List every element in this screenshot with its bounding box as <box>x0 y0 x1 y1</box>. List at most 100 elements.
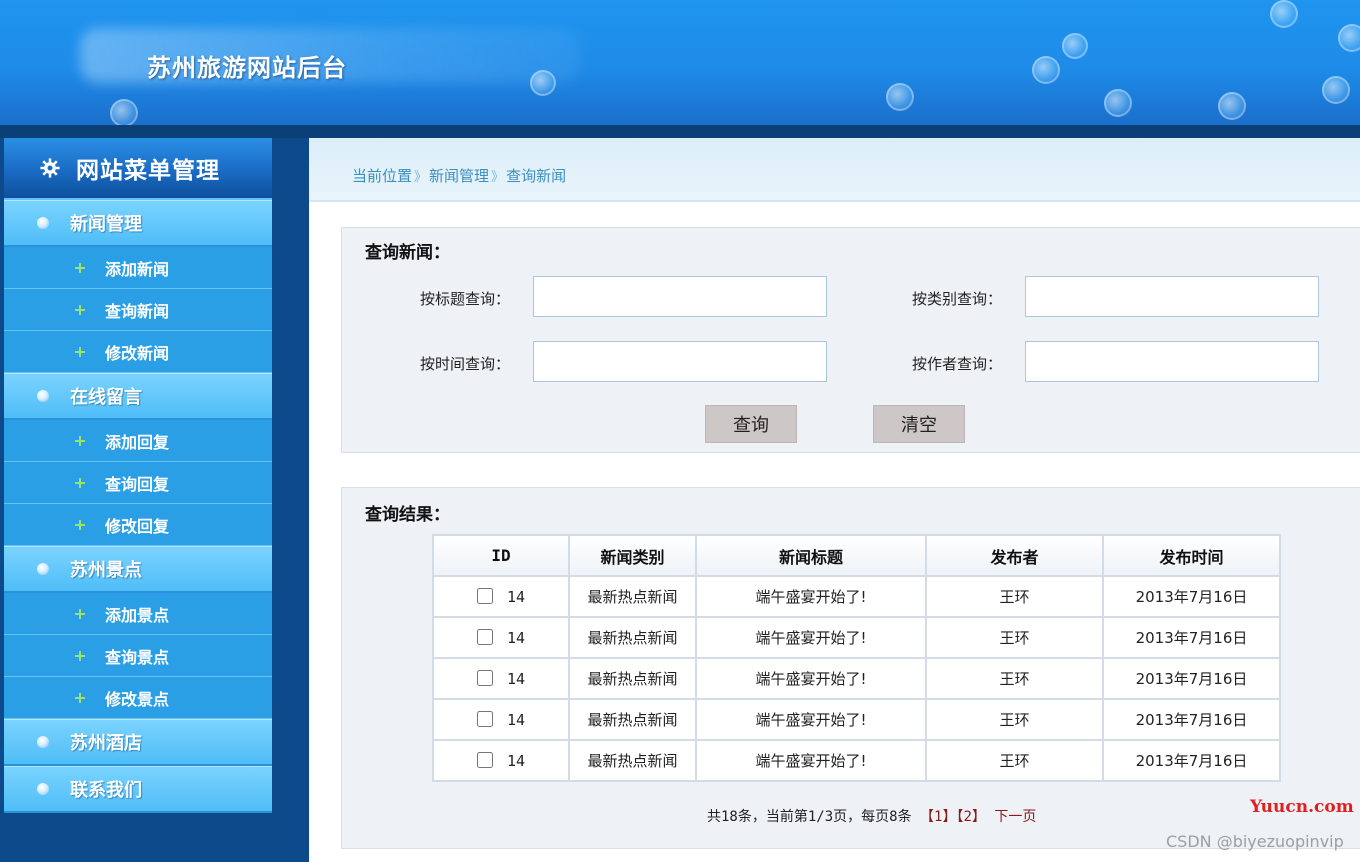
sidebar-item-label: 添加回复 <box>105 432 170 452</box>
gear-icon <box>40 158 60 178</box>
table-row: 14 最新热点新闻 端午盛宴开始了! 王环 2013年7月16日 <box>432 657 1281 700</box>
row-checkbox[interactable] <box>476 587 493 604</box>
sidebar-header: 网站菜单管理 <box>4 138 272 200</box>
sidebar-item-label: 添加新闻 <box>105 259 170 279</box>
sidebar-category-messages[interactable]: 在线留言 <box>4 373 272 420</box>
sidebar-item-label: 修改新闻 <box>105 343 170 363</box>
author-search-input[interactable] <box>1025 341 1319 382</box>
sidebar-category-label: 在线留言 <box>70 387 142 408</box>
bullet-dot-icon <box>37 783 49 795</box>
sidebar-category-hotels[interactable]: 苏州酒店 <box>4 719 272 766</box>
sidebar-menu: 网站菜单管理 新闻管理 添加新闻 查询新闻 修改新闻 在线留言 添加回复 查询回… <box>4 138 272 862</box>
pagination-summary: 共18条，当前第1/3页，每页8条 <box>707 809 912 825</box>
row-checkbox[interactable] <box>476 710 493 727</box>
sidebar-category-news[interactable]: 新闻管理 <box>4 200 272 247</box>
sidebar-item-query-attraction[interactable]: 查询景点 <box>4 635 272 677</box>
cell-date: 2013年7月16日 <box>1102 739 1281 782</box>
title-search-label: 按标题查询： <box>420 290 511 308</box>
site-title: 苏州旅游网站后台 <box>147 53 347 82</box>
plus-icon <box>75 608 85 619</box>
column-header-id[interactable]: ID <box>432 534 570 577</box>
sidebar-category-label: 苏州酒店 <box>70 733 142 754</box>
sidebar-item-label: 添加景点 <box>105 605 170 625</box>
breadcrumb-query-news[interactable]: 查询新闻 <box>506 165 566 186</box>
cell-id: 14 <box>432 616 570 659</box>
cell-category: 最新热点新闻 <box>568 739 697 782</box>
category-search-input[interactable] <box>1025 276 1319 317</box>
decor-bubble-icon <box>886 83 914 111</box>
cell-id-value: 14 <box>506 587 526 606</box>
cell-author: 王环 <box>925 575 1104 618</box>
cell-category: 最新热点新闻 <box>568 657 697 700</box>
plus-icon <box>75 477 85 488</box>
sidebar-item-query-reply[interactable]: 查询回复 <box>4 462 272 504</box>
decor-bubble-icon <box>110 99 138 125</box>
column-header-title[interactable]: 新闻标题 <box>695 534 927 577</box>
sidebar-item-edit-news[interactable]: 修改新闻 <box>4 331 272 373</box>
title-search-input[interactable] <box>533 276 827 317</box>
sidebar-category-attractions[interactable]: 苏州景点 <box>4 546 272 593</box>
cell-category: 最新热点新闻 <box>568 616 697 659</box>
watermark-csdn: CSDN @biyezuopinvip <box>1166 832 1344 851</box>
sidebar-category-label: 联系我们 <box>70 780 142 801</box>
cell-date: 2013年7月16日 <box>1102 616 1281 659</box>
cell-category: 最新热点新闻 <box>568 698 697 741</box>
sidebar-category-contact[interactable]: 联系我们 <box>4 766 272 813</box>
cell-title: 端午盛宴开始了! <box>695 616 927 659</box>
bullet-dot-icon <box>37 736 49 748</box>
table-row: 14 最新热点新闻 端午盛宴开始了! 王环 2013年7月16日 <box>432 616 1281 659</box>
column-header-category[interactable]: 新闻类别 <box>568 534 697 577</box>
row-checkbox[interactable] <box>476 628 493 645</box>
sidebar-category-label: 苏州景点 <box>70 560 142 581</box>
row-checkbox[interactable] <box>476 669 493 686</box>
breadcrumb-current-location[interactable]: 当前位置 <box>352 165 412 186</box>
decor-bubble-icon <box>1270 0 1298 28</box>
sidebar-item-label: 查询回复 <box>105 474 170 494</box>
query-panel-title: 查询新闻： <box>365 243 450 263</box>
decor-bubble-icon <box>1062 33 1088 59</box>
cell-id: 14 <box>432 698 570 741</box>
breadcrumb-separator: 》 <box>491 170 505 185</box>
author-search-label: 按作者查询： <box>912 355 1003 373</box>
cell-date: 2013年7月16日 <box>1102 657 1281 700</box>
sidebar-item-label: 查询景点 <box>105 647 170 667</box>
sidebar-item-edit-attraction[interactable]: 修改景点 <box>4 677 272 719</box>
sidebar-item-add-news[interactable]: 添加新闻 <box>4 247 272 289</box>
cell-date: 2013年7月16日 <box>1102 698 1281 741</box>
sidebar-item-query-news[interactable]: 查询新闻 <box>4 289 272 331</box>
site-header: 苏州旅游网站后台 <box>0 0 1360 125</box>
sidebar-item-label: 修改景点 <box>105 689 170 709</box>
page-link-1[interactable]: 【1】 <box>920 809 956 825</box>
sidebar-item-label: 修改回复 <box>105 516 170 536</box>
plus-icon <box>75 692 85 703</box>
cell-id-value: 14 <box>506 628 526 647</box>
search-button[interactable]: 查询 <box>705 405 797 443</box>
sidebar-item-edit-reply[interactable]: 修改回复 <box>4 504 272 546</box>
cell-id-value: 14 <box>506 751 526 770</box>
column-header-author[interactable]: 发布者 <box>925 534 1104 577</box>
column-header-date[interactable]: 发布时间 <box>1102 534 1281 577</box>
breadcrumb-news-management[interactable]: 新闻管理 <box>429 165 489 186</box>
cell-title: 端午盛宴开始了! <box>695 657 927 700</box>
decor-bubble-icon <box>1218 92 1246 120</box>
decor-bubble-icon <box>1338 24 1360 52</box>
time-search-label: 按时间查询： <box>420 355 511 373</box>
watermark-yuucn: Yuucn.com <box>1250 797 1354 817</box>
cell-id-value: 14 <box>506 669 526 688</box>
cell-author: 王环 <box>925 698 1104 741</box>
time-search-input[interactable] <box>533 341 827 382</box>
page-link-2[interactable]: 【2】 <box>956 809 985 825</box>
cell-category: 最新热点新闻 <box>568 575 697 618</box>
sidebar-item-add-reply[interactable]: 添加回复 <box>4 420 272 462</box>
sidebar-item-add-attraction[interactable]: 添加景点 <box>4 593 272 635</box>
next-page-link[interactable]: 下一页 <box>994 809 1036 825</box>
plus-icon <box>75 435 85 446</box>
cell-author: 王环 <box>925 739 1104 782</box>
main-content: 当前位置 》 新闻管理 》 查询新闻 查询新闻： 按标题查询： 按类别查询： 按… <box>309 138 1360 862</box>
cell-date: 2013年7月16日 <box>1102 575 1281 618</box>
clear-button[interactable]: 清空 <box>873 405 965 443</box>
query-panel: 查询新闻： <box>341 227 1360 453</box>
sidebar-item-label: 查询新闻 <box>105 301 170 321</box>
cell-author: 王环 <box>925 657 1104 700</box>
row-checkbox[interactable] <box>476 751 493 768</box>
